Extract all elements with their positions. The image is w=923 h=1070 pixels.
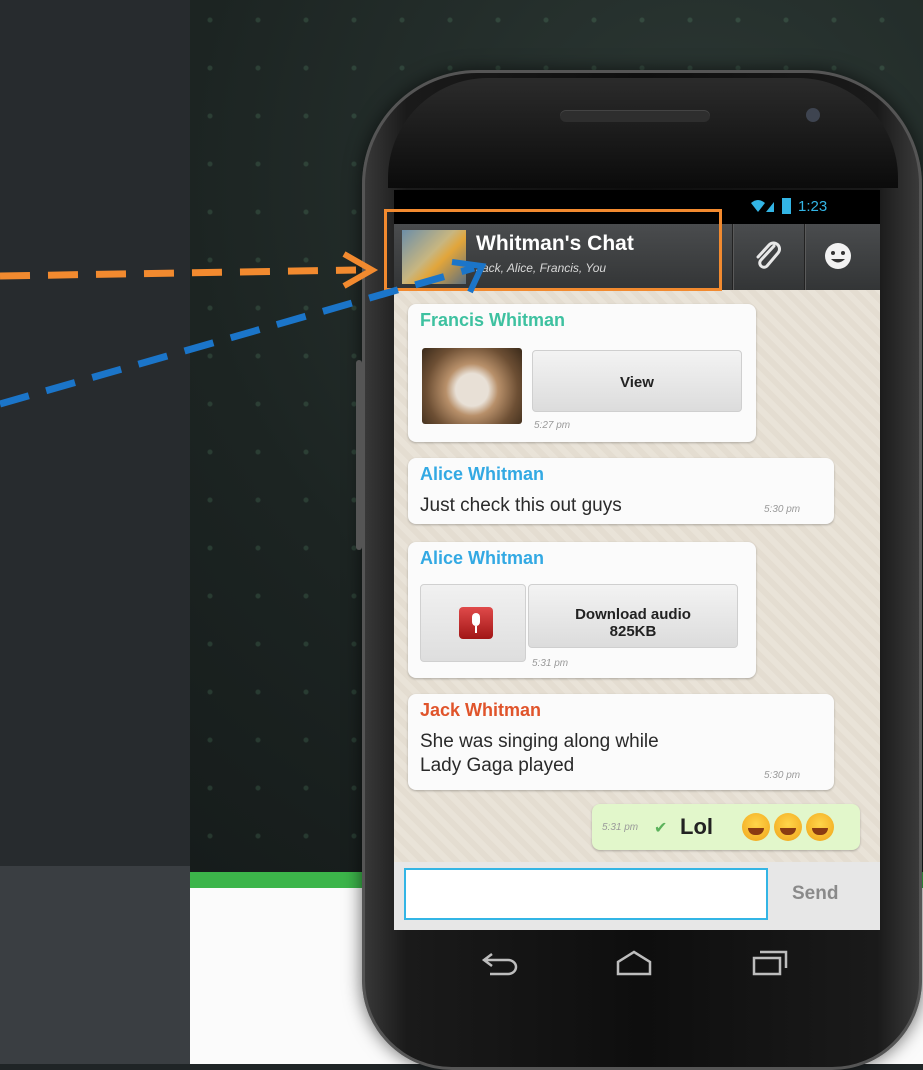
laughing-emoji-icon <box>742 813 770 841</box>
message-text-line: She was singing along while <box>420 731 659 752</box>
header-divider <box>732 224 733 290</box>
send-button[interactable]: Send <box>786 882 844 906</box>
message-text-line: Lady Gaga played <box>420 755 575 776</box>
laughing-emoji-icon <box>806 813 834 841</box>
message-bubble[interactable]: Francis Whitman View 5:27 pm <box>408 304 756 442</box>
message-bubble[interactable]: Alice Whitman Just check this out guys 5… <box>408 458 834 524</box>
battery-icon <box>782 198 791 214</box>
view-image-button[interactable]: View <box>532 350 742 412</box>
message-sender: Alice Whitman <box>420 548 545 568</box>
message-input[interactable] <box>404 868 768 920</box>
phone-side-button[interactable] <box>356 360 362 550</box>
home-icon[interactable] <box>614 946 654 980</box>
message-sender: Jack Whitman <box>420 700 542 720</box>
message-time: 5:31 pm <box>602 822 639 833</box>
delivered-check-icon: ✔ <box>654 820 668 837</box>
wifi-icon <box>750 198 776 217</box>
phone-camera <box>806 108 820 122</box>
image-thumbnail[interactable] <box>422 348 522 424</box>
message-text: Lol <box>680 814 713 839</box>
message-sender: Alice Whitman <box>420 464 545 484</box>
download-audio-label: Download audio <box>575 606 691 623</box>
message-time: 5:30 pm <box>764 770 801 781</box>
composer-bar: Send <box>394 862 880 930</box>
message-sender: Francis Whitman <box>420 310 566 330</box>
message-bubble[interactable]: Jack Whitman She was singing along while… <box>408 694 834 790</box>
download-audio-button[interactable]: Download audio 825KB <box>528 584 738 648</box>
back-arrow-icon[interactable] <box>480 946 520 980</box>
android-nav-bar <box>394 930 880 1000</box>
audio-file-size: 825KB <box>609 623 657 640</box>
laughing-emoji-icon <box>774 813 802 841</box>
chat-header-highlight-box <box>384 209 722 291</box>
left-footer-band <box>0 866 190 1064</box>
conversation-area[interactable]: Francis Whitman View 5:27 pm Alice Whitm… <box>394 290 880 862</box>
outgoing-message-bubble[interactable]: 5:31 pm ✔ Lol <box>592 804 860 850</box>
phone-top-bezel <box>388 78 898 188</box>
phone-screen: 1:23 Whitman's Chat Jack, Alice, Francis… <box>394 190 880 930</box>
message-time: 5:27 pm <box>534 420 571 431</box>
message-time: 5:30 pm <box>764 504 801 515</box>
status-time: 1:23 <box>798 198 828 215</box>
message-text: Just check this out guys <box>420 495 622 516</box>
audio-file-tile[interactable] <box>420 584 526 662</box>
left-panel <box>0 0 190 866</box>
microphone-icon <box>459 607 493 639</box>
phone-speaker <box>560 110 710 122</box>
message-bubble[interactable]: Alice Whitman Download audio 825KB 5:31 … <box>408 542 756 678</box>
header-divider <box>804 224 805 290</box>
paperclip-icon[interactable] <box>750 238 786 274</box>
smiley-icon[interactable] <box>822 240 854 272</box>
message-time: 5:31 pm <box>532 658 569 669</box>
recent-apps-icon[interactable] <box>750 946 790 980</box>
